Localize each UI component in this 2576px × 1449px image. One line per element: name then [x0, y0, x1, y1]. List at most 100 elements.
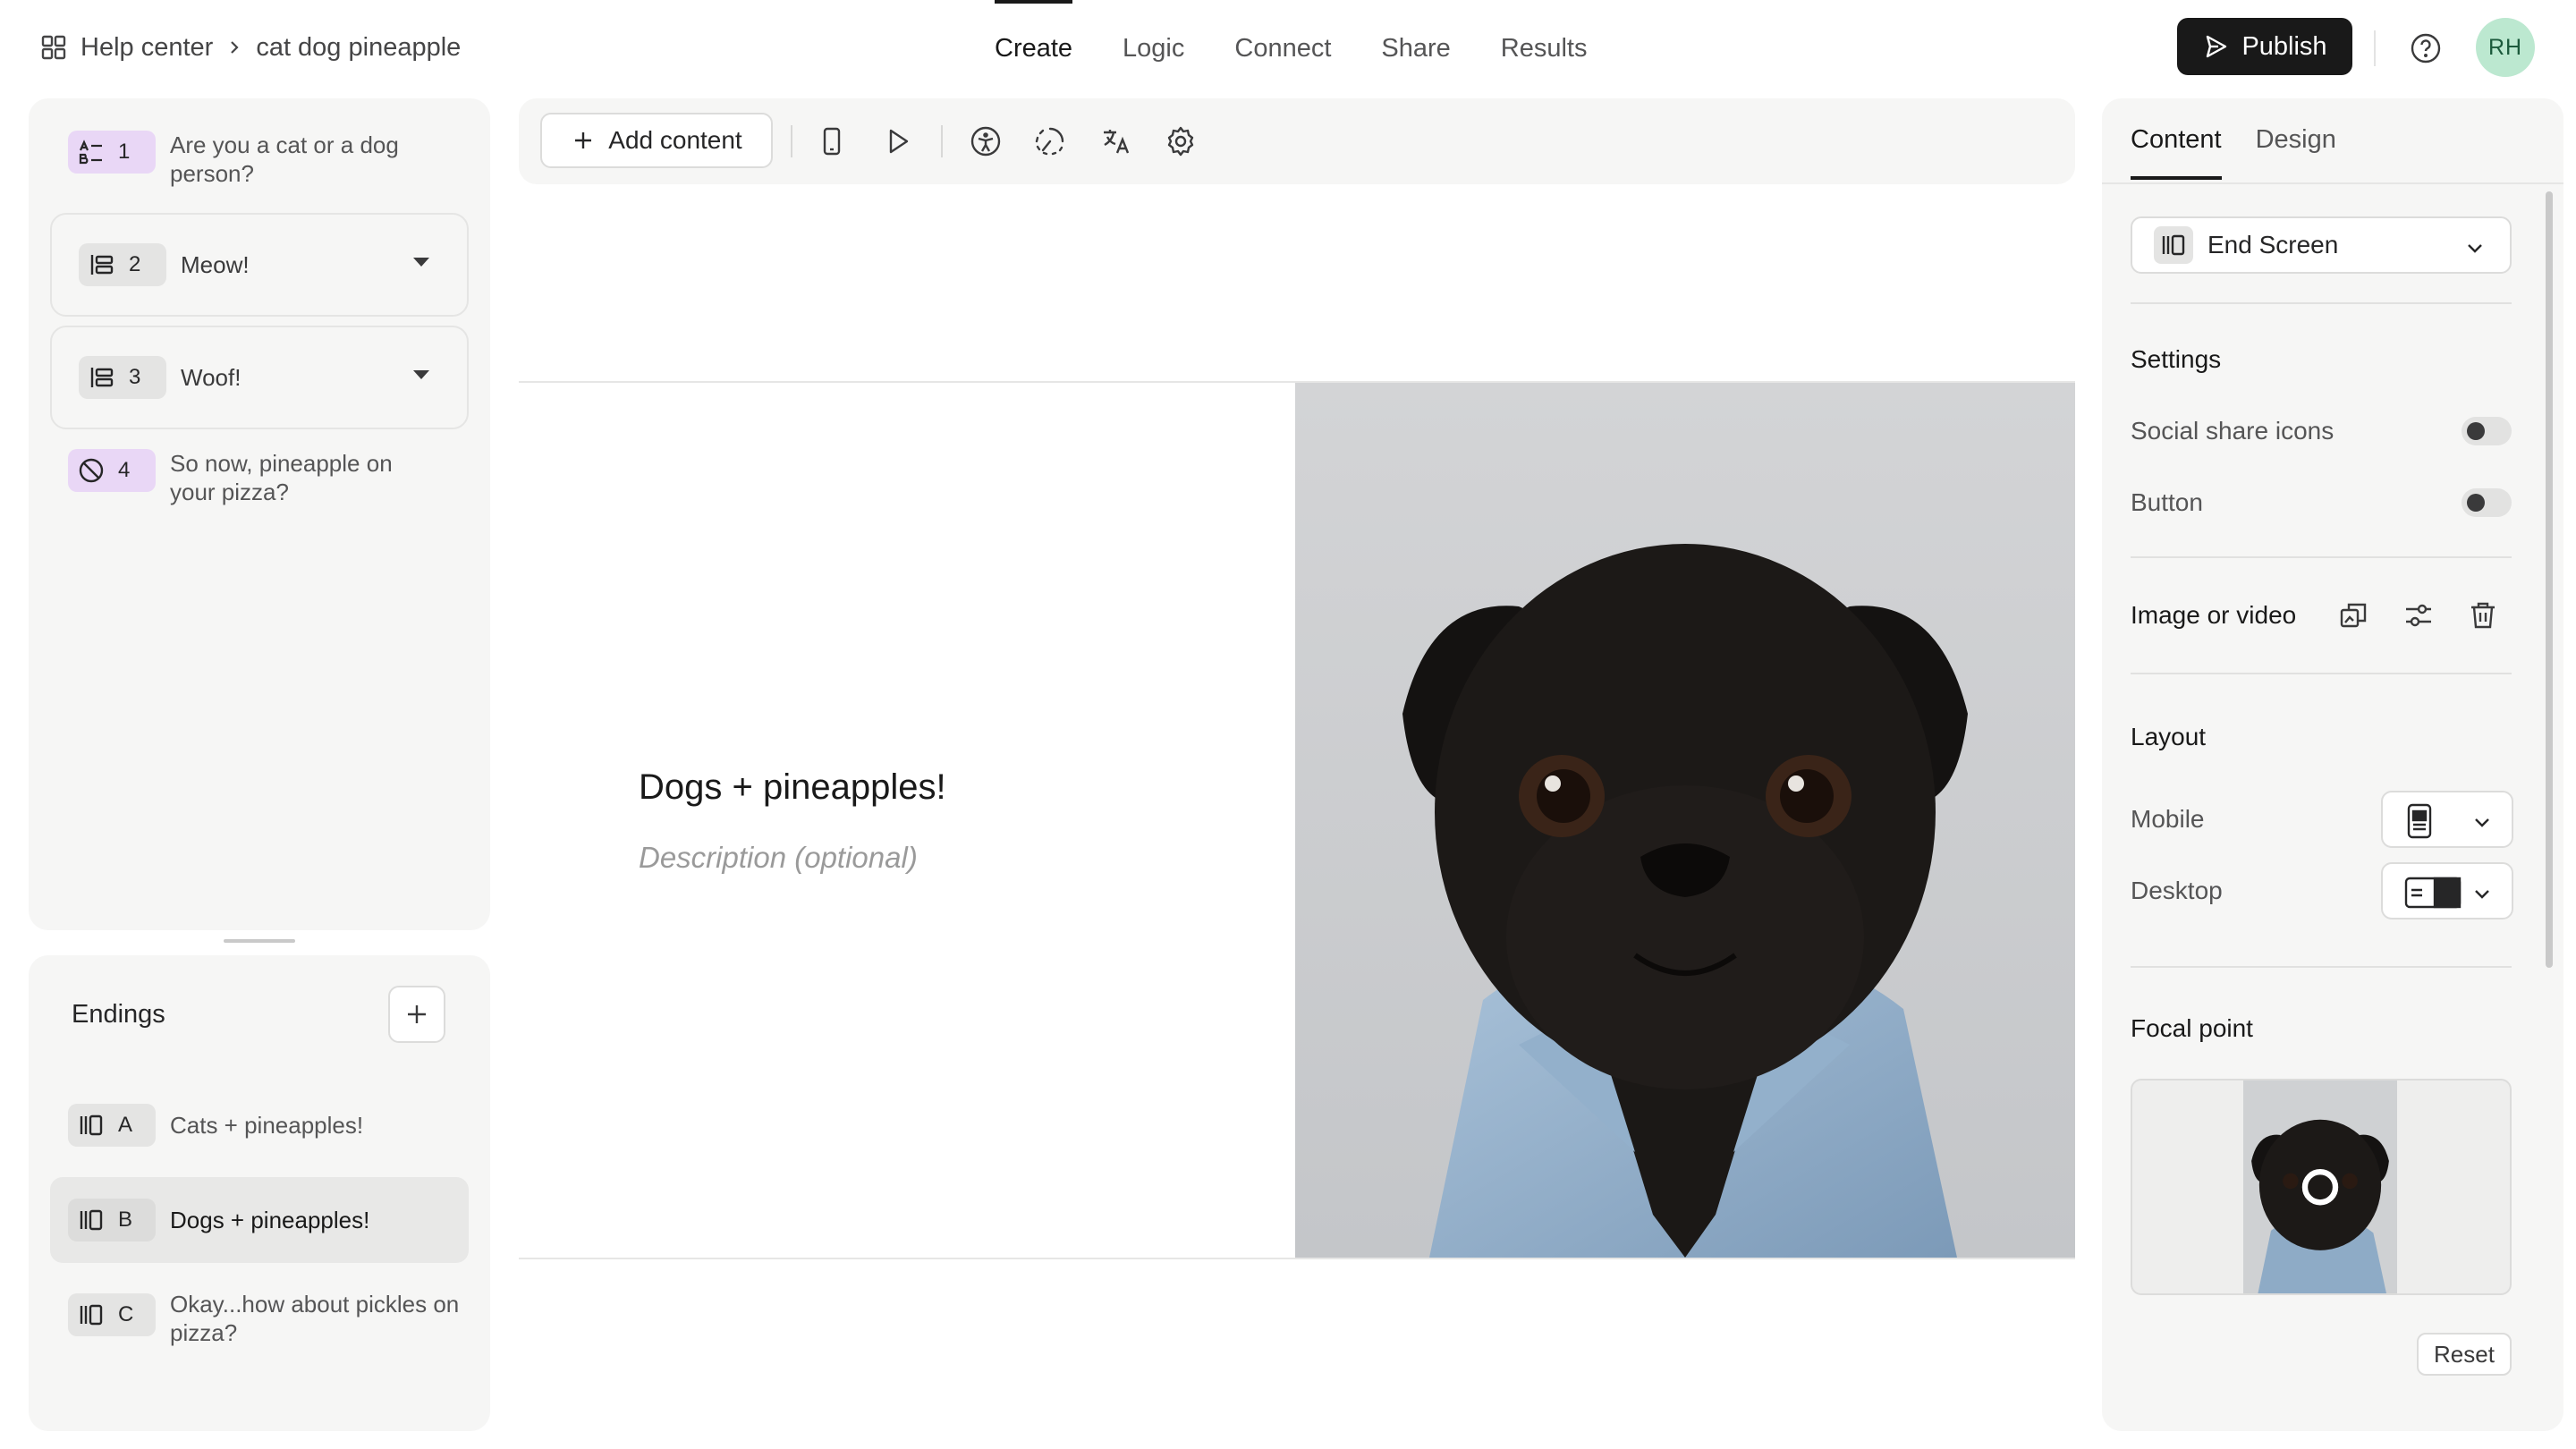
panel-resize-handle[interactable]	[224, 939, 295, 943]
breadcrumb-current[interactable]: cat dog pineapple	[256, 33, 461, 63]
ending-badge-a: A	[68, 1104, 156, 1147]
toolbar-divider	[941, 125, 943, 157]
grid-icon[interactable]	[39, 33, 68, 62]
tab-results[interactable]: Results	[1501, 0, 1588, 97]
publish-button[interactable]: Publish	[2177, 18, 2352, 75]
plus-icon	[404, 1002, 429, 1027]
ending-text: Okay...how about pickles on pizza?	[170, 1291, 460, 1346]
desktop-layout-label: Desktop	[2131, 877, 2223, 904]
section-divider	[2131, 302, 2512, 304]
chevron-right-icon	[225, 38, 243, 56]
breadcrumb: Help center cat dog pineapple	[39, 27, 461, 68]
add-content-button[interactable]: Add content	[540, 113, 773, 168]
accessibility-icon[interactable]	[968, 123, 1004, 159]
multiple-choice-icon	[77, 138, 106, 166]
mobile-layout-label: Mobile	[2131, 805, 2205, 833]
add-content-label: Add content	[608, 126, 742, 154]
expand-caret-icon[interactable]	[413, 258, 429, 267]
plus-icon	[571, 128, 596, 153]
ending-item-b[interactable]: B Dogs + pineapples!	[68, 1199, 369, 1241]
question-item-2[interactable]: 2 Meow!	[50, 213, 469, 317]
ending-letter: B	[118, 1208, 133, 1232]
add-ending-button[interactable]	[388, 986, 445, 1043]
section-divider	[2131, 556, 2512, 558]
focal-point-thumbnail[interactable]	[2243, 1080, 2397, 1293]
end-screen-title[interactable]: Dogs + pineapples!	[639, 767, 946, 808]
button-toggle[interactable]	[2462, 488, 2512, 517]
focal-point-heading: Focal point	[2131, 1014, 2253, 1042]
desktop-layout-icon	[2404, 877, 2462, 909]
avatar[interactable]: RH	[2476, 18, 2535, 77]
adjust-icon[interactable]	[2401, 597, 2436, 633]
panel-scrollbar[interactable]	[2546, 191, 2553, 968]
main-nav: Create Logic Connect Share Results	[995, 0, 1587, 97]
end-screen-image[interactable]	[1295, 383, 2075, 1258]
settings-icon[interactable]	[1163, 123, 1199, 159]
tab-create[interactable]: Create	[995, 0, 1073, 97]
end-screen-icon	[2154, 226, 2193, 264]
focal-reset-button[interactable]: Reset	[2417, 1333, 2512, 1376]
mobile-layout-select[interactable]	[2381, 791, 2513, 848]
publish-label: Publish	[2241, 31, 2327, 61]
properties-tabs: Content Design	[2131, 125, 2336, 180]
question-text: Are you a cat or a dog person?	[170, 131, 399, 187]
section-divider	[2131, 673, 2512, 674]
endings-title: Endings	[72, 1000, 165, 1029]
toolbar-divider	[791, 125, 792, 157]
question-text: Meow!	[181, 250, 250, 278]
button-setting-label: Button	[2131, 488, 2203, 516]
screen-type-value: End Screen	[2207, 231, 2339, 258]
tab-content[interactable]: Content	[2131, 125, 2222, 180]
ending-letter: C	[118, 1302, 134, 1326]
statement-icon	[88, 363, 116, 392]
question-number: 3	[129, 365, 141, 389]
mobile-layout-icon	[2406, 803, 2433, 839]
trash-icon[interactable]	[2465, 597, 2501, 633]
chevron-down-icon	[2472, 812, 2492, 832]
chevron-down-icon	[2465, 238, 2485, 258]
question-badge-2: 2	[79, 243, 166, 286]
tabs-divider	[2102, 182, 2563, 184]
social-share-label: Social share icons	[2131, 417, 2334, 445]
mobile-preview-icon[interactable]	[814, 123, 850, 159]
question-number: 2	[129, 252, 141, 276]
translate-icon[interactable]	[1098, 123, 1134, 159]
ending-text: Dogs + pineapples!	[170, 1207, 370, 1233]
end-screen-description[interactable]: Description (optional)	[639, 841, 918, 875]
question-number: 4	[118, 458, 131, 482]
question-item-4[interactable]: 4 So now, pineapple on your pizza?	[68, 449, 438, 506]
breadcrumb-root-link[interactable]: Help center	[80, 33, 213, 63]
expand-caret-icon[interactable]	[413, 370, 429, 379]
question-item-3[interactable]: 3 Woof!	[50, 326, 469, 429]
end-screen-icon	[77, 1206, 106, 1234]
question-badge-3: 3	[79, 356, 166, 399]
end-screen-icon	[77, 1301, 106, 1329]
question-badge-4: 4	[68, 449, 156, 492]
loading-icon[interactable]	[1032, 123, 1068, 159]
question-item-1[interactable]: 1 Are you a cat or a dog person?	[68, 131, 438, 188]
header-divider	[2374, 30, 2376, 66]
tab-logic[interactable]: Logic	[1123, 0, 1184, 97]
ending-text: Cats + pineapples!	[170, 1112, 364, 1139]
play-icon[interactable]	[880, 123, 916, 159]
question-number: 1	[118, 140, 131, 164]
help-circle-icon[interactable]	[2408, 30, 2444, 66]
screen-type-select[interactable]: End Screen	[2131, 216, 2512, 274]
question-badge-1: 1	[68, 131, 156, 174]
tab-design[interactable]: Design	[2256, 125, 2336, 180]
tab-share[interactable]: Share	[1381, 0, 1450, 97]
canvas-bottom-border	[519, 1258, 2075, 1259]
desktop-layout-select[interactable]	[2381, 862, 2513, 919]
no-entry-icon	[77, 456, 106, 485]
send-icon	[2202, 33, 2229, 60]
social-share-toggle[interactable]	[2462, 417, 2512, 445]
image-or-video-label: Image or video	[2131, 601, 2297, 629]
ending-badge-c: C	[68, 1293, 156, 1336]
settings-heading: Settings	[2131, 345, 2222, 373]
ending-item-c[interactable]: C Okay...how about pickles on pizza?	[68, 1290, 465, 1347]
replace-image-icon[interactable]	[2336, 597, 2372, 633]
ending-item-a[interactable]: A Cats + pineapples!	[68, 1104, 363, 1147]
tab-connect[interactable]: Connect	[1234, 0, 1331, 97]
section-divider	[2131, 966, 2512, 968]
layout-heading: Layout	[2131, 723, 2207, 750]
